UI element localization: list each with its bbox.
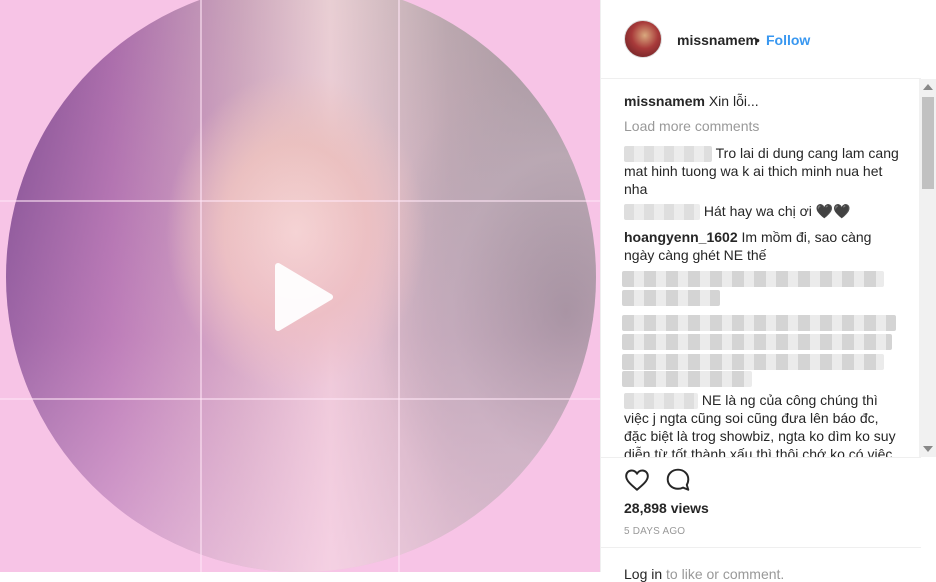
comment-item: hoangyenn_1602 Im mồm đi, sao càng ngày … [624,228,904,264]
caption: missnamem Xin lỗi... [624,92,904,110]
post-date[interactable]: 5 DAYS AGO [624,526,685,537]
comments-list[interactable]: missnamem Xin lỗi... Load more comments … [601,79,921,457]
login-text: Log in to like or comment. [624,566,784,582]
blurred-username [624,146,712,163]
grid-line [0,200,600,202]
heart-icon[interactable] [624,467,650,493]
login-link[interactable]: Log in [624,566,662,582]
comment-username[interactable]: hoangyenn_1602 [624,229,738,245]
blurred-comment [622,290,720,306]
view-count: 28,898 views [624,500,709,516]
post-sidebar: missnamem • Follow missnamem Xin lỗi... … [600,0,936,582]
blurred-comment [622,354,884,370]
login-rest: to like or comment. [666,566,785,582]
blurred-username [624,393,698,410]
scroll-thumb[interactable] [922,97,934,189]
avatar[interactable] [624,20,662,58]
load-more-comments[interactable]: Load more comments [624,118,759,134]
grid-line [0,398,600,400]
login-prompt: Log in to like or comment. [601,547,921,582]
comment-item: Hát hay wa chị ơi 🖤🖤 [624,202,904,221]
comments-scrollbar[interactable] [919,79,936,457]
comment-item: NE là ng của công chúng thì việc j ngta … [624,391,904,457]
post-actions: 28,898 views 5 DAYS AGO Log in to like o… [601,457,921,582]
blurred-comment [622,271,884,287]
caption-username[interactable]: missnamem [624,93,705,109]
post-header: missnamem • Follow [601,0,921,79]
blurred-comment [622,371,752,387]
caption-text: Xin lỗi... [708,93,759,109]
blurred-comment [622,315,896,331]
grid-line [398,0,400,572]
header-username[interactable]: missnamem [677,32,758,48]
comment-icon[interactable] [665,467,691,493]
blurred-username [624,204,700,221]
grid-line [200,0,202,572]
post-media[interactable] [0,0,600,572]
follow-button[interactable]: Follow [766,32,810,48]
comment-text: Hát hay wa chị ơi 🖤🖤 [703,203,851,219]
blurred-comment [622,334,892,350]
scroll-down-icon[interactable] [923,446,933,452]
separator-dot: • [755,32,760,48]
scroll-up-icon[interactable] [923,84,933,90]
play-icon[interactable] [268,262,338,332]
comment-item: Tro lai di dung cang lam cang mat hinh t… [624,144,904,198]
